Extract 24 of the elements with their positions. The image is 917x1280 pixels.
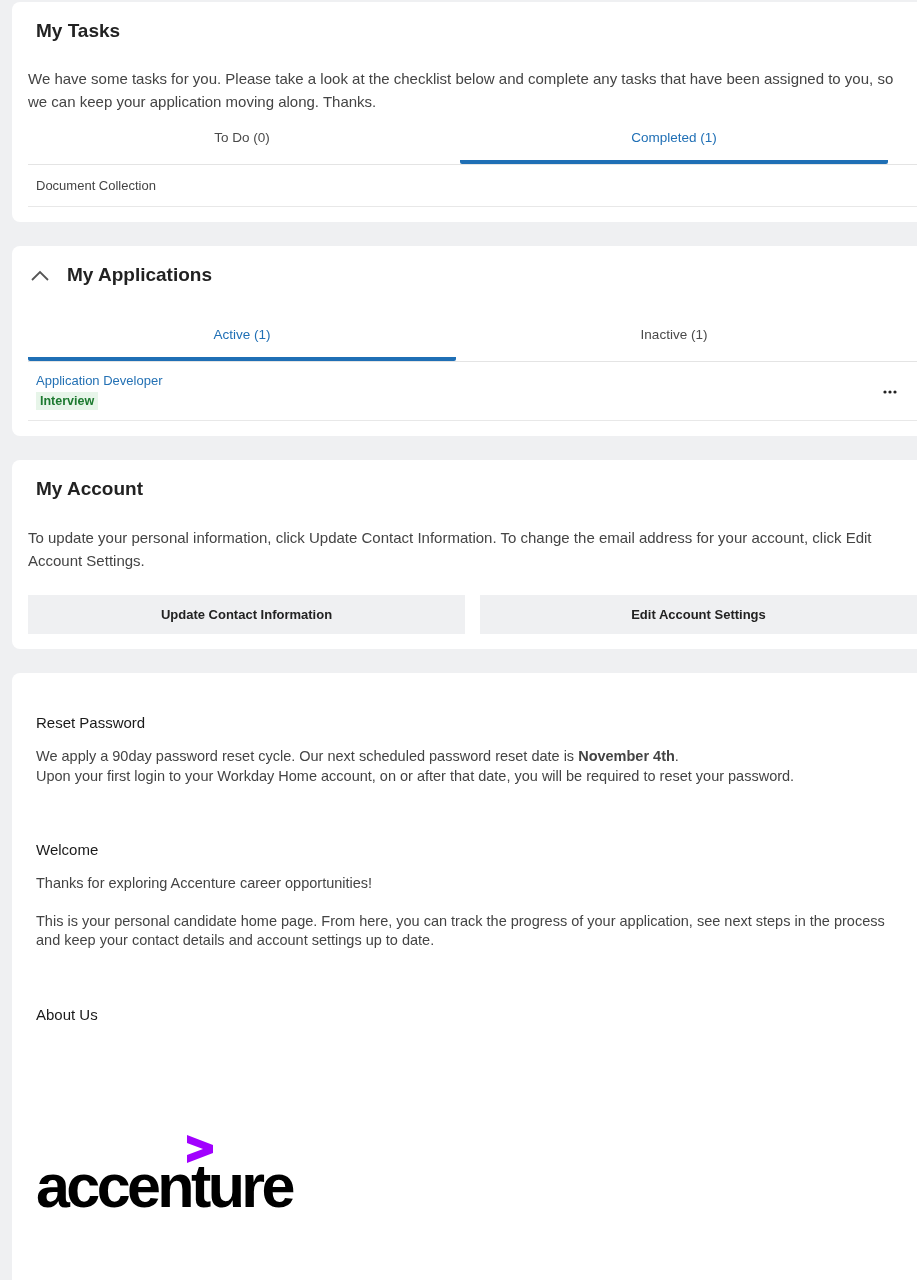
paragraph: This is your personal candidate home page. From here, you can track the progress of your application, see next steps in the process and keep your contact details and account settings up to date. bbox=[36, 911, 886, 950]
tab[interactable]: Completed (1) bbox=[460, 113, 888, 164]
tab[interactable]: Active (1) bbox=[28, 310, 456, 361]
section-heading: Welcome bbox=[36, 840, 100, 860]
account-button[interactable]: Update Contact Information bbox=[28, 595, 465, 634]
job-link[interactable]: Application Developer bbox=[36, 373, 163, 389]
card-title: My Applications bbox=[67, 263, 212, 287]
logo-chevron-icon bbox=[187, 1134, 213, 1163]
section-heading: Reset Password bbox=[36, 713, 147, 733]
chevron-up-icon[interactable] bbox=[31, 269, 49, 281]
card-title: My Tasks bbox=[35, 19, 122, 43]
logo-wordmark: accenture bbox=[36, 1162, 292, 1209]
tab[interactable]: To Do (0) bbox=[28, 113, 456, 164]
task-item[interactable]: Document Collection bbox=[36, 165, 156, 206]
paragraph: Thanks for exploring Accenture career opportunities! bbox=[36, 874, 374, 893]
status-badge: Interview bbox=[36, 392, 99, 410]
card-description: To update your personal information, click Update Contact Information. To change the email address for your account, click Edit Account Settings. bbox=[28, 528, 873, 571]
account-button[interactable]: Edit Account Settings bbox=[480, 595, 917, 634]
section-heading: About Us bbox=[36, 1004, 99, 1025]
tab[interactable]: Inactive (1) bbox=[460, 310, 888, 361]
more-icon[interactable] bbox=[883, 389, 897, 394]
card-description: We have some tasks for you. Please take a look at the checklist below and complete any tasks that have been assigned to you, so we can keep your application moving along. Thanks. bbox=[28, 69, 895, 112]
card-title: My Account bbox=[35, 477, 144, 501]
paragraph: We apply a 90day password reset cycle. Our next scheduled password reset date is November 4th. Upon your first login to your Workday Home account, on or after that date, you will be required to reset your password. bbox=[36, 747, 796, 786]
